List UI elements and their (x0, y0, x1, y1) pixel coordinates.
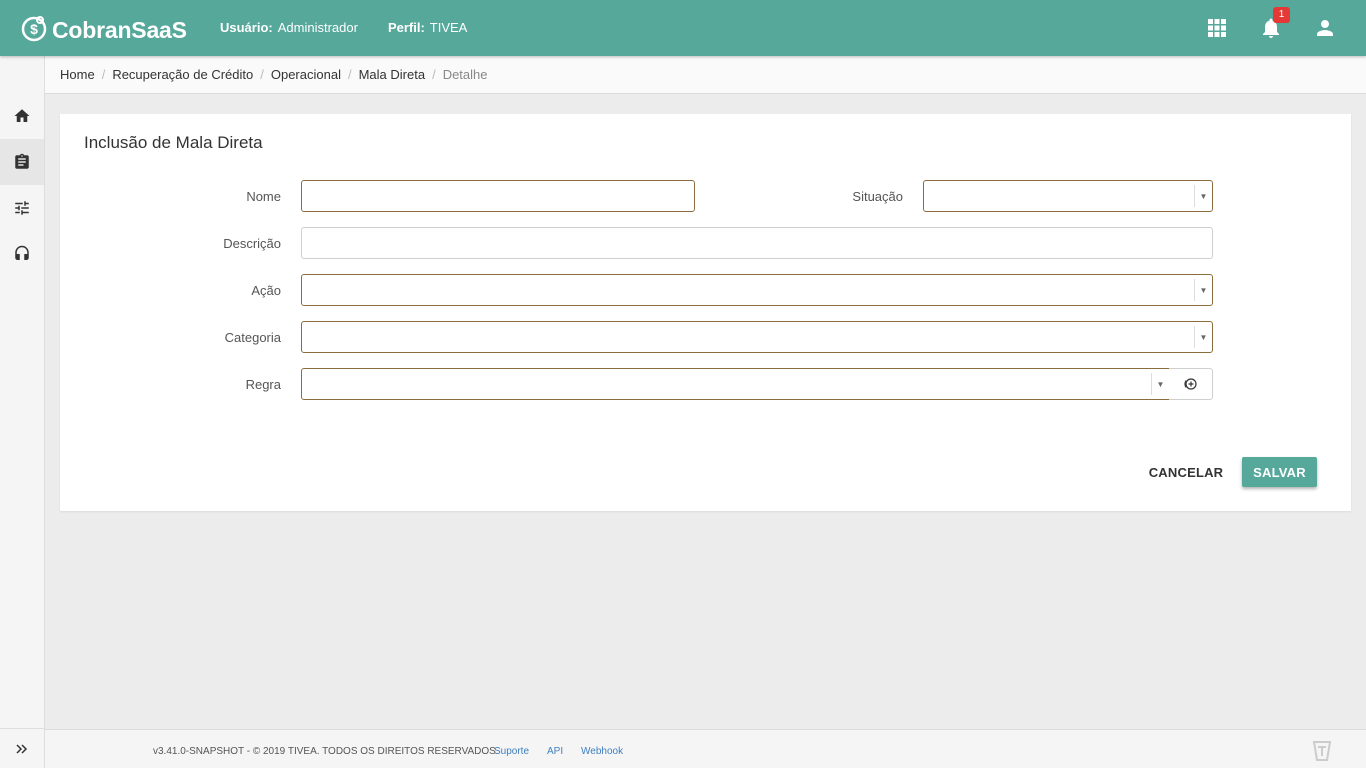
chevron-down-icon[interactable]: ▼ (1194, 326, 1212, 348)
breadcrumb-separator: / (260, 67, 264, 82)
brand-name: CobranSaaS (52, 16, 187, 43)
save-button[interactable]: SALVAR (1242, 457, 1317, 487)
breadcrumb-separator: / (101, 67, 106, 82)
cancel-button[interactable]: CANCELAR (1142, 457, 1230, 487)
page-title: Inclusão de Mala Direta (84, 133, 263, 152)
chevron-down-icon[interactable]: ▼ (1194, 279, 1212, 301)
profile-field: Perfil: TIVEA (388, 20, 467, 35)
clipboard-icon (15, 153, 29, 169)
chevron-down-icon[interactable]: ▼ (1151, 373, 1169, 395)
form-card: Inclusão de Mala Direta Nome Situação ▼ … (60, 114, 1351, 511)
acao-label: Ação (251, 283, 281, 298)
double-chevron-right-icon (16, 743, 28, 754)
profile-key: Perfil: (387, 20, 425, 35)
user-value: Administrador (277, 20, 358, 35)
sidebar-expand-button[interactable] (0, 728, 44, 768)
situacao-select[interactable]: ▼ (923, 180, 1213, 212)
situacao-label: Situação (852, 189, 903, 204)
add-circle-icon (1183, 378, 1197, 390)
nome-label: Nome (246, 189, 281, 204)
nome-input[interactable] (302, 181, 694, 211)
top-app-bar: $ CobranSaaS Usuário: Administrador Perfi… (0, 0, 1366, 56)
descricao-label: Descrição (223, 236, 281, 251)
footer-link-support[interactable]: Suporte (494, 746, 529, 757)
categoria-label: Categoria (224, 330, 281, 345)
svg-text:$: $ (30, 21, 38, 37)
home-icon (14, 109, 30, 122)
add-rule-button[interactable] (1169, 368, 1213, 400)
account-icon[interactable] (1313, 16, 1337, 40)
breadcrumb-credit-recovery[interactable]: Recuperação de Crédito (112, 67, 253, 82)
categoria-select[interactable]: ▼ (301, 321, 1213, 353)
regra-label: Regra (245, 377, 281, 392)
breadcrumb-direct-mail[interactable]: Mala Direta (359, 67, 425, 82)
sidebar-item-operational[interactable] (0, 139, 44, 185)
user-field: Usuário: Administrador (220, 20, 358, 35)
breadcrumb: Home / Recuperação de Crédito / Operacio… (45, 56, 1366, 94)
notification-badge: 1 (1273, 7, 1290, 23)
profile-value: TIVEA (429, 20, 468, 35)
footer-link-webhook[interactable]: Webhook (581, 746, 623, 757)
sidebar-item-settings[interactable] (0, 185, 44, 231)
breadcrumb-separator: / (432, 67, 436, 82)
footer: v3.41.0-SNAPSHOT - © 2019 TIVEA. TODOS O… (45, 729, 1366, 768)
descricao-field[interactable] (301, 227, 1213, 259)
breadcrumb-detail: Detalhe (442, 67, 488, 82)
nome-field[interactable] (301, 180, 695, 212)
brand-logo[interactable]: $ CobranSaaS (20, 12, 187, 44)
user-info: Usuário: Administrador Perfil: TIVEA (220, 20, 467, 35)
breadcrumb-separator: / (347, 67, 352, 82)
breadcrumb-home[interactable]: Home (60, 67, 95, 82)
copyright-text: v3.41.0-SNAPSHOT - © 2019 TIVEA. TODOS O… (153, 746, 499, 757)
headset-icon (15, 245, 29, 260)
tivea-logo-icon (1312, 741, 1332, 761)
chevron-down-icon[interactable]: ▼ (1194, 185, 1212, 207)
coin-logo-icon: $ (21, 16, 47, 42)
sidebar (0, 56, 45, 768)
sidebar-item-home[interactable] (0, 93, 44, 139)
descricao-input[interactable] (302, 228, 1212, 258)
user-key: Usuário: (220, 20, 273, 35)
regra-select[interactable]: ▼ (301, 368, 1170, 400)
acao-select[interactable]: ▼ (301, 274, 1213, 306)
breadcrumb-operational[interactable]: Operacional (271, 67, 341, 82)
footer-link-api[interactable]: API (547, 746, 563, 757)
sidebar-item-support[interactable] (0, 231, 44, 277)
tune-sliders-icon (15, 201, 29, 215)
apps-grid-icon[interactable] (1205, 16, 1229, 40)
